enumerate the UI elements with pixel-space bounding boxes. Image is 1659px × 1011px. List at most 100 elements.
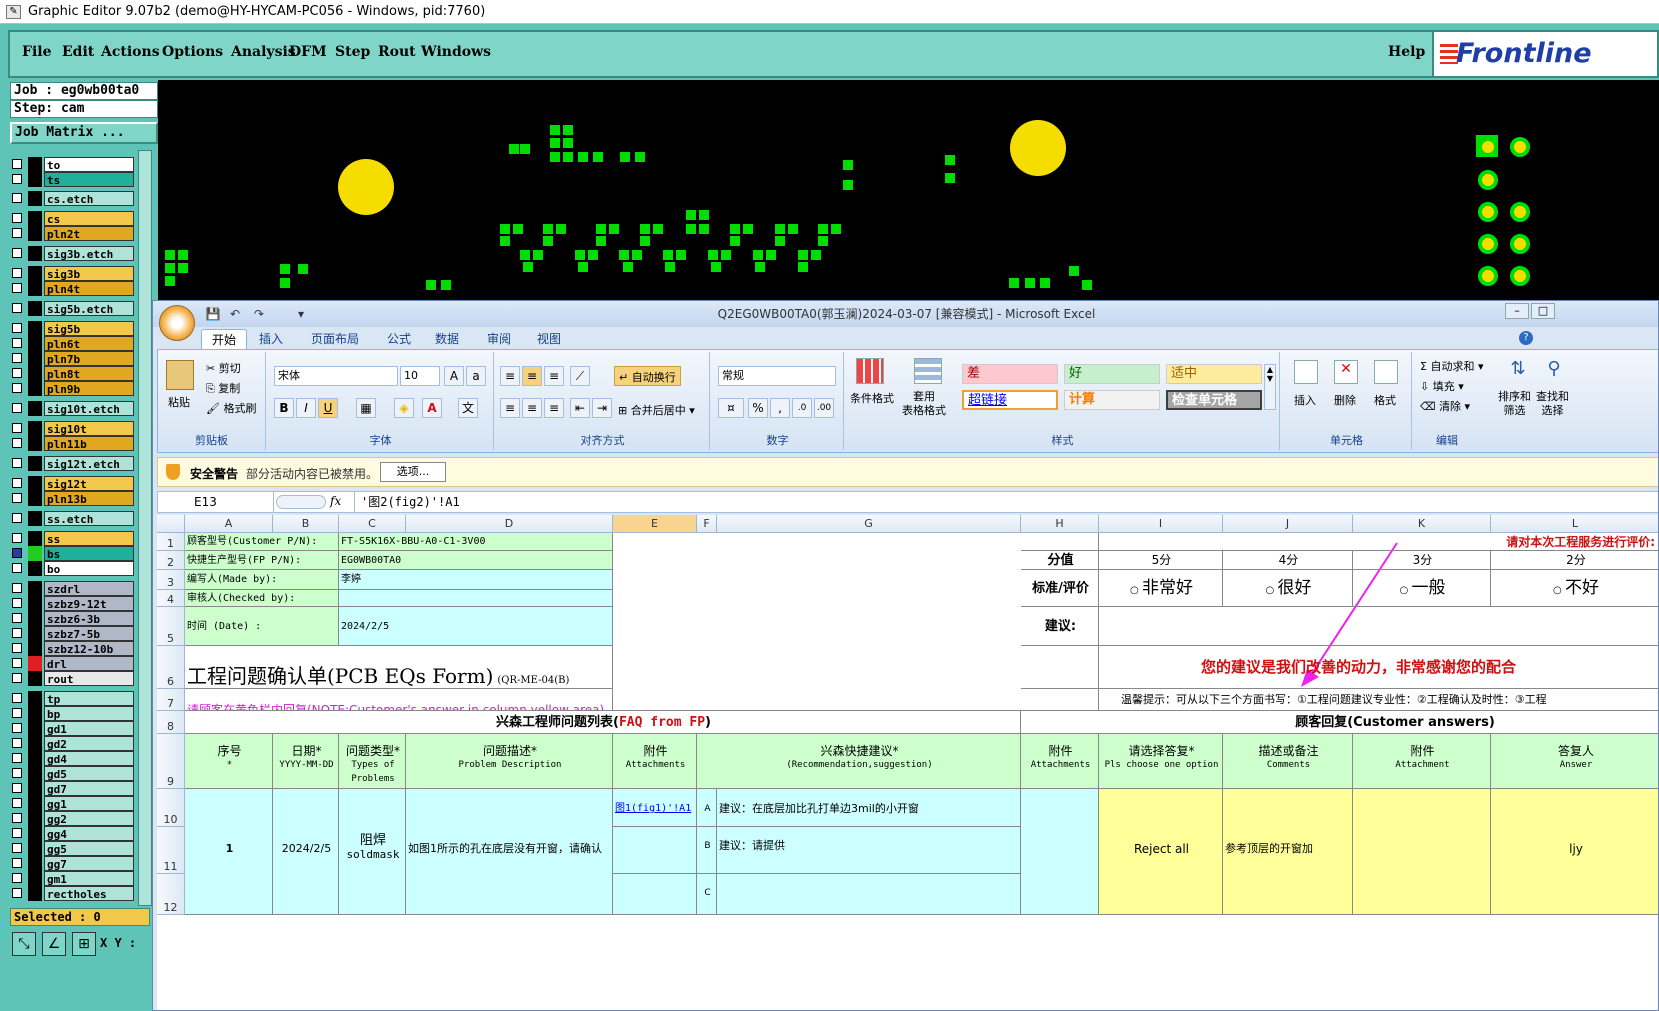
layer-color-swatch[interactable] bbox=[28, 226, 42, 241]
layer-checkbox[interactable] bbox=[12, 798, 22, 808]
row-type[interactable]: 阻焊 soldmask bbox=[339, 789, 406, 915]
radio-icon[interactable]: ○ bbox=[1400, 585, 1412, 596]
layer-name[interactable]: ss bbox=[44, 531, 134, 546]
table-header[interactable]: 兴森快捷建议* (Recommendation,suggestion) bbox=[697, 734, 1021, 789]
layer-name[interactable]: gd2 bbox=[44, 736, 134, 751]
rating-option[interactable]: ○ 非常好 bbox=[1099, 570, 1223, 607]
menu-edit[interactable]: Edit bbox=[62, 44, 94, 60]
layer-checkbox[interactable] bbox=[12, 753, 22, 763]
align-right-icon[interactable]: ≡ bbox=[544, 398, 564, 418]
layer-name[interactable]: pln2t bbox=[44, 226, 134, 241]
decrease-indent-icon[interactable]: ⇤ bbox=[570, 398, 590, 418]
layer-checkbox[interactable] bbox=[12, 213, 22, 223]
layer-color-swatch[interactable] bbox=[28, 671, 42, 686]
layer-checkbox[interactable] bbox=[12, 843, 22, 853]
info-label[interactable]: 时间 (Date) : bbox=[185, 607, 339, 646]
comment-cell[interactable]: 参考顶层的开窗加 bbox=[1223, 789, 1353, 915]
menu-step[interactable]: Step bbox=[335, 44, 370, 60]
formula-input[interactable]: '图2(fig2)'!A1 bbox=[354, 492, 1654, 512]
layer-checkbox[interactable] bbox=[12, 193, 22, 203]
layer-row[interactable]: gd7 bbox=[10, 781, 148, 796]
layer-checkbox[interactable] bbox=[12, 423, 22, 433]
job-matrix-button[interactable]: Job Matrix ... bbox=[10, 122, 158, 144]
layer-checkbox[interactable] bbox=[12, 338, 22, 348]
layer-row[interactable]: sig12t.etch bbox=[10, 456, 148, 471]
layer-checkbox[interactable] bbox=[12, 458, 22, 468]
fill-button[interactable]: ⇩ 填充 ▾ bbox=[1420, 378, 1464, 394]
layer-color-swatch[interactable] bbox=[28, 491, 42, 506]
layer-checkbox[interactable] bbox=[12, 268, 22, 278]
layer-row[interactable]: to bbox=[10, 157, 148, 172]
suggestion-c[interactable] bbox=[717, 874, 1021, 915]
formula-bar-scroll[interactable] bbox=[276, 495, 326, 509]
copy-button[interactable]: ⎘ 复制 bbox=[206, 380, 240, 396]
table-header[interactable]: 问题描述* Problem Description bbox=[406, 734, 613, 789]
layer-row[interactable]: pln4t bbox=[10, 281, 148, 296]
layer-row[interactable]: gg1 bbox=[10, 796, 148, 811]
layer-name[interactable]: pln13b bbox=[44, 491, 134, 506]
layer-name[interactable]: szbz12-10b bbox=[44, 641, 134, 656]
decrease-decimal-icon[interactable]: .00 bbox=[814, 398, 834, 418]
score-4[interactable]: 4分 bbox=[1223, 551, 1353, 570]
layer-color-swatch[interactable] bbox=[28, 436, 42, 451]
grid-tool-icon[interactable]: ⊞ bbox=[72, 932, 96, 956]
style-calculation[interactable]: 计算 bbox=[1064, 390, 1160, 410]
table-header[interactable]: 附件 Attachments bbox=[613, 734, 697, 789]
suggest-input[interactable] bbox=[1099, 607, 1658, 646]
column-header[interactable]: E bbox=[613, 515, 697, 533]
info-value[interactable]: EG0WB00TA0 bbox=[339, 551, 613, 570]
layer-name[interactable]: sig3b bbox=[44, 266, 134, 281]
number-format-select[interactable]: 常规 bbox=[718, 366, 836, 386]
customer-answers-title[interactable]: 顾客回复(Customer answers) bbox=[1021, 711, 1658, 734]
layer-name[interactable]: bs bbox=[44, 546, 134, 561]
insert-cells-button[interactable]: 插入 bbox=[1294, 392, 1316, 408]
layer-name[interactable]: gg5 bbox=[44, 841, 134, 856]
info-label[interactable]: 快捷生产型号(FP P/N): bbox=[185, 551, 339, 570]
layer-row[interactable]: rout bbox=[10, 671, 148, 686]
table-header[interactable]: 附件 Attachment bbox=[1353, 734, 1491, 789]
layer-checkbox[interactable] bbox=[12, 438, 22, 448]
menu-analysis[interactable]: Analysis bbox=[231, 44, 296, 60]
table-header[interactable]: 问题类型* Types of Problems bbox=[339, 734, 406, 789]
layer-row[interactable]: pln8t bbox=[10, 366, 148, 381]
layer-row[interactable]: sig3b.etch bbox=[10, 246, 148, 261]
rating-header[interactable]: 请对本次工程服务进行评价: bbox=[1021, 533, 1658, 551]
layer-name[interactable]: pln9b bbox=[44, 381, 134, 396]
layer-scrollbar[interactable] bbox=[138, 150, 152, 906]
autosum-button[interactable]: Σ 自动求和 ▾ bbox=[1420, 358, 1483, 374]
layer-color-swatch[interactable] bbox=[28, 641, 42, 656]
layer-checkbox[interactable] bbox=[12, 813, 22, 823]
cell[interactable] bbox=[1021, 789, 1099, 915]
layer-name[interactable]: bp bbox=[44, 706, 134, 721]
layer-row[interactable]: bs bbox=[10, 546, 148, 561]
suggestion-b[interactable]: 建议：请提供 bbox=[717, 827, 1021, 874]
layer-row[interactable]: bo bbox=[10, 561, 148, 576]
layer-row[interactable]: pln13b bbox=[10, 491, 148, 506]
column-header[interactable]: L bbox=[1491, 515, 1658, 533]
italic-button[interactable]: I bbox=[296, 398, 316, 418]
layer-name[interactable]: szdrl bbox=[44, 581, 134, 596]
layer-color-swatch[interactable] bbox=[28, 336, 42, 351]
layer-checkbox[interactable] bbox=[12, 303, 22, 313]
layer-name[interactable]: cs bbox=[44, 211, 134, 226]
row-header[interactable]: 11 bbox=[157, 827, 185, 874]
rating-option[interactable]: ○ 很好 bbox=[1223, 570, 1353, 607]
layer-color-swatch[interactable] bbox=[28, 656, 42, 671]
delete-cells-button[interactable]: 删除 bbox=[1334, 392, 1356, 408]
layer-row[interactable]: cs bbox=[10, 211, 148, 226]
find-select-button[interactable]: 查找和 选择 bbox=[1536, 390, 1569, 418]
layer-name[interactable]: ts bbox=[44, 172, 134, 187]
rating-option[interactable]: ○ 一般 bbox=[1353, 570, 1491, 607]
layer-checkbox[interactable] bbox=[12, 738, 22, 748]
layer-name[interactable]: szbz9-12t bbox=[44, 596, 134, 611]
layer-name[interactable]: sig5b.etch bbox=[44, 301, 134, 316]
form-title-cell[interactable]: 工程问题确认单(PCB EQs Form) (QR-ME-04(B) bbox=[185, 646, 613, 689]
align-top-icon[interactable]: ≡ bbox=[500, 366, 520, 386]
layer-name[interactable]: rectholes bbox=[44, 886, 134, 901]
table-header[interactable]: 描述或备注 Comments bbox=[1223, 734, 1353, 789]
menu-help[interactable]: Help bbox=[1388, 44, 1425, 60]
layer-name[interactable]: sig10t.etch bbox=[44, 401, 134, 416]
layer-checkbox[interactable] bbox=[12, 159, 22, 169]
cut-button[interactable]: ✂ 剪切 bbox=[206, 360, 241, 376]
paste-button[interactable]: 粘贴 bbox=[168, 394, 190, 410]
